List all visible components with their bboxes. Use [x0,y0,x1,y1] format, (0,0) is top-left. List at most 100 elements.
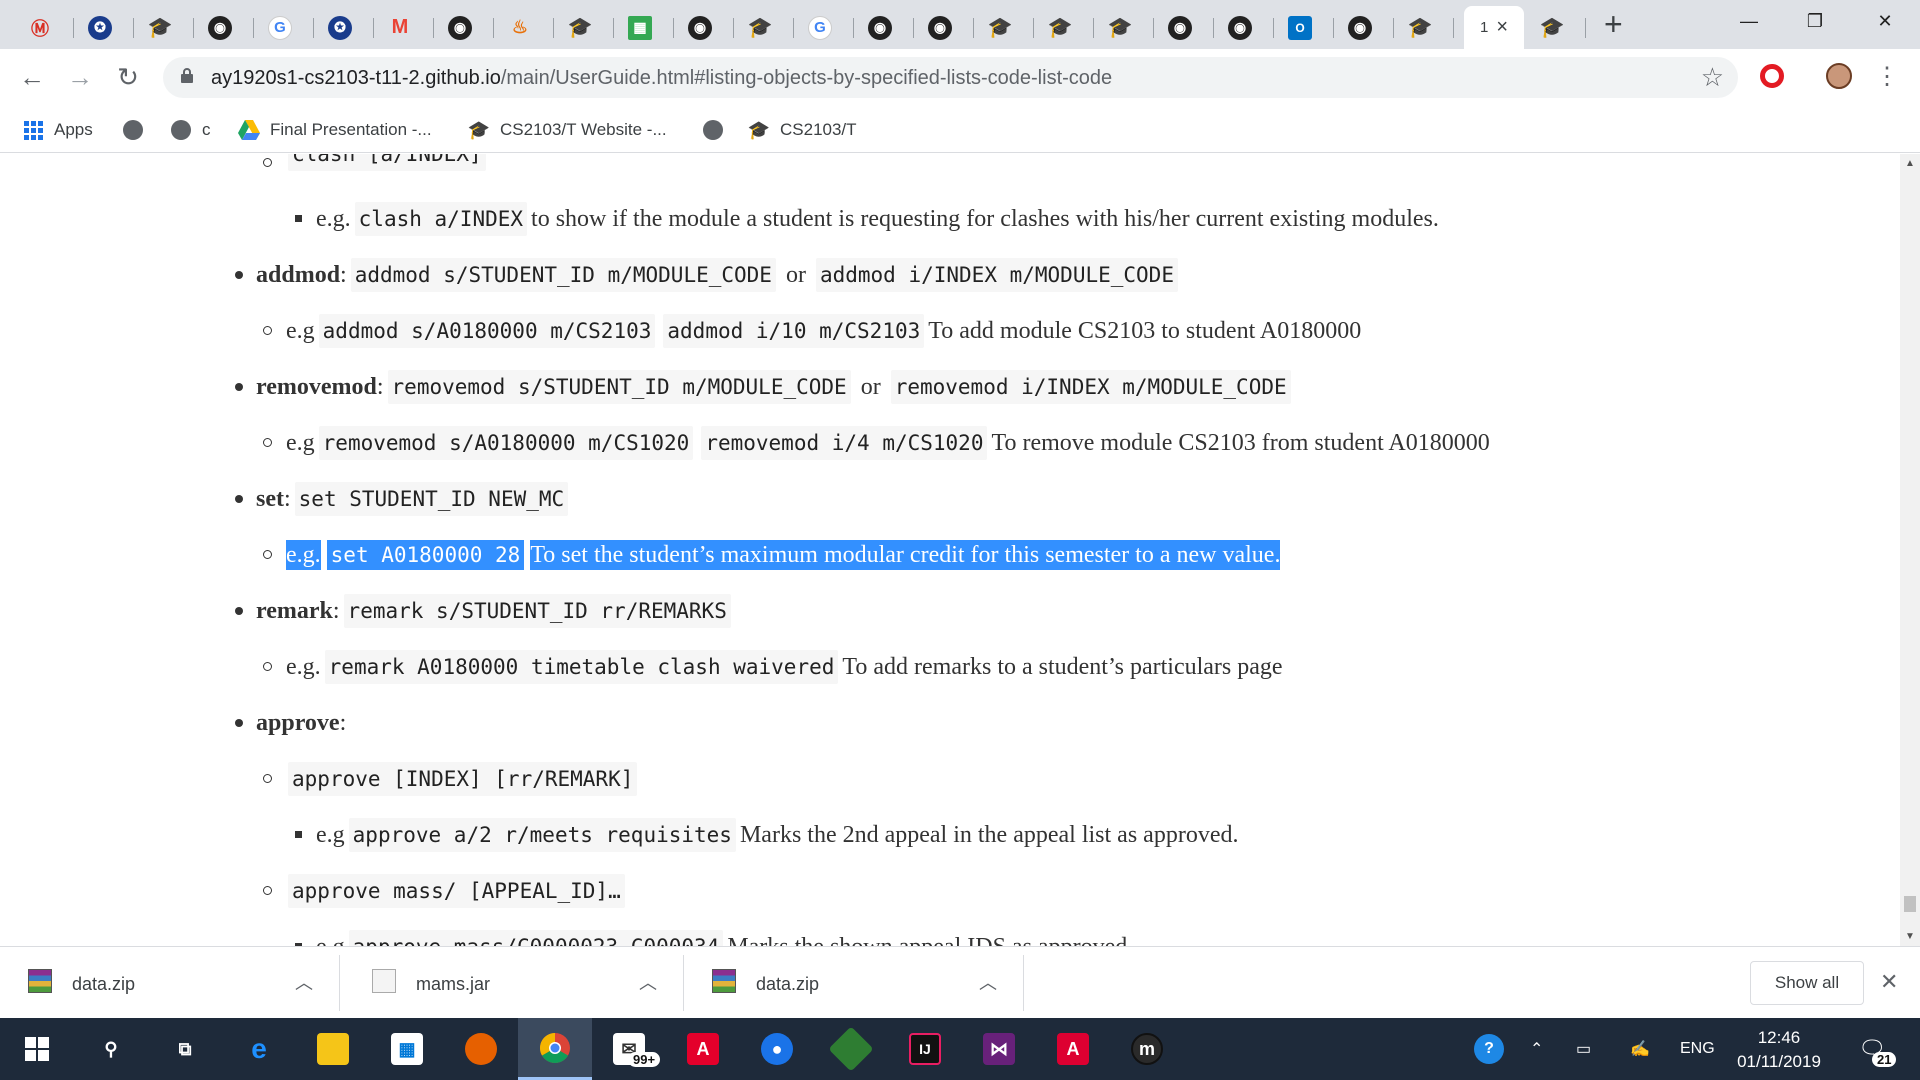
firefox-icon [465,1033,497,1065]
taskbar-mail[interactable]: ✉ 99+ [592,1018,666,1080]
bookmark-apps[interactable]: Apps [22,118,93,142]
opera-extension-button[interactable] [1757,61,1787,91]
tab[interactable]: 🎓 [734,6,794,49]
taskbar-store[interactable]: ▦ [370,1018,444,1080]
language-indicator[interactable]: ENG [1680,1018,1715,1080]
scroll-up-arrow-icon[interactable]: ▲ [1905,158,1915,169]
taskbar-angular[interactable]: A [1036,1018,1110,1080]
bookmark-item[interactable]: c [170,118,211,142]
bookmark-item[interactable]: 🎓 CS2103/T Website -... [468,118,667,142]
bullet-disc [235,607,243,615]
jar-file-icon [372,969,396,993]
battery-icon[interactable]: ▭ [1576,1018,1591,1080]
system-clock[interactable]: 12:46 01/11/2019 [1724,1026,1834,1074]
tab[interactable]: O [1274,6,1334,49]
notification-center-button[interactable]: 🗨 21 [1858,1018,1897,1080]
maximize-button[interactable]: ❐ [1782,0,1848,42]
tab[interactable]: ◉ [1334,6,1394,49]
tab[interactable]: ♨ [494,6,554,49]
taskbar-maps[interactable]: ● [740,1018,814,1080]
tab[interactable]: ◉ [1154,6,1214,49]
window-close-button[interactable]: ✕ [1852,0,1918,42]
taskbar-git[interactable] [814,1018,888,1080]
page-scrollbar[interactable]: ▲ ▼ [1900,154,1920,946]
taskbar-chrome[interactable] [518,1018,592,1080]
scrollbar-thumb[interactable] [1904,896,1916,912]
minimize-button[interactable]: — [1716,0,1782,42]
reload-button[interactable]: ↻ [112,61,144,93]
tab[interactable]: ◉ [1214,6,1274,49]
taskbar-edge[interactable]: e [222,1018,296,1080]
bookmarks-bar: Apps c Final Presentation -... 🎓 CS2103/… [0,106,1920,153]
tab[interactable]: 🎓 [1526,6,1586,49]
start-button[interactable] [0,1018,74,1080]
bookmark-item[interactable]: Final Presentation -... [238,118,432,142]
taskbar-explorer[interactable] [296,1018,370,1080]
back-button[interactable]: ← [16,61,48,93]
tab-close-icon[interactable]: × [1496,16,1508,39]
intellij-icon: IJ [909,1033,941,1065]
tab[interactable]: ✪ [314,6,374,49]
tab[interactable]: ◉ [434,6,494,49]
bullet-disc [235,271,243,279]
tab[interactable]: ◉ [194,6,254,49]
tab[interactable]: 🎓 [1394,6,1454,49]
taskbar-visual-studio[interactable]: ⋈ [962,1018,1036,1080]
tab[interactable]: ◉ [674,6,734,49]
download-item[interactable]: mams.jar ︿ [344,955,684,1011]
bookmark-item[interactable] [122,118,154,142]
tab[interactable]: ▦ [614,6,674,49]
selected-example-line[interactable]: e.g. set A0180000 28 To set the student’s … [286,540,1281,570]
bookmark-item[interactable]: 🎓 CS2103/T [748,118,857,142]
download-item[interactable]: data.zip ︿ [684,955,1024,1011]
tray-overflow-icon[interactable]: ⌃ [1530,1018,1543,1080]
tab[interactable]: ◉ [914,6,974,49]
tab[interactable]: 🎓 [1034,6,1094,49]
command-line: approve: [256,710,347,736]
profile-button[interactable] [1824,61,1854,91]
chevron-up-icon[interactable]: ︿ [979,969,997,995]
tab[interactable]: 🎓 [974,6,1034,49]
tab[interactable]: M [374,6,434,49]
url-text[interactable]: ay1920s1-cs2103-t11-2.github.io/main/Use… [211,67,1112,90]
taskbar-app[interactable]: m [1110,1018,1184,1080]
gmail-icon: M [391,16,409,38]
pen-icon[interactable]: ✍ [1630,1018,1650,1080]
tab[interactable]: G [794,6,854,49]
help-tray-icon[interactable]: ? [1474,1018,1504,1080]
tab-active[interactable]: 1 × [1464,6,1524,49]
taskbar-acrobat[interactable]: A [666,1018,740,1080]
capstone-icon: 🎓 [747,17,773,39]
bookmark-item[interactable] [702,118,734,142]
scroll-down-arrow-icon[interactable]: ▼ [1905,931,1915,942]
chevron-up-icon[interactable]: ︿ [295,969,313,995]
folder-icon [317,1033,349,1065]
bookmark-star-icon[interactable]: ☆ [1701,62,1724,93]
browser-menu-button[interactable]: ⋮ [1872,61,1902,91]
download-item[interactable]: data.zip ︿ [0,955,340,1011]
tab[interactable]: 🎓 [134,6,194,49]
new-tab-button[interactable]: + [1604,8,1623,40]
task-view-button[interactable]: ⧉ [148,1018,222,1080]
show-all-button[interactable]: Show all [1750,961,1864,1005]
mail-badge: 99+ [628,1052,661,1067]
reload-icon: ↻ [117,61,139,92]
tab[interactable]: G [254,6,314,49]
address-bar[interactable]: ay1920s1-cs2103-t11-2.github.io/main/Use… [163,57,1738,98]
chevron-up-icon[interactable]: ︿ [639,969,657,995]
github-icon: ◉ [868,15,892,40]
taskbar-firefox[interactable] [444,1018,518,1080]
tab[interactable]: 🎓 [1094,6,1154,49]
search-button[interactable]: ⚲ [74,1018,148,1080]
forward-button[interactable]: → [64,61,96,93]
bullet-circle [263,774,272,783]
tab[interactable]: 🎓 [554,6,614,49]
tab[interactable]: ✪ [74,6,134,49]
close-shelf-icon[interactable]: ✕ [1880,969,1898,995]
command-format: clash [a/INDEX] [284,154,490,171]
tab[interactable]: Ⓜ [14,6,74,49]
taskbar-intellij[interactable]: IJ [888,1018,962,1080]
github-icon: ◉ [688,15,712,40]
tab[interactable]: ◉ [854,6,914,49]
fire-icon: ♨ [511,17,529,37]
